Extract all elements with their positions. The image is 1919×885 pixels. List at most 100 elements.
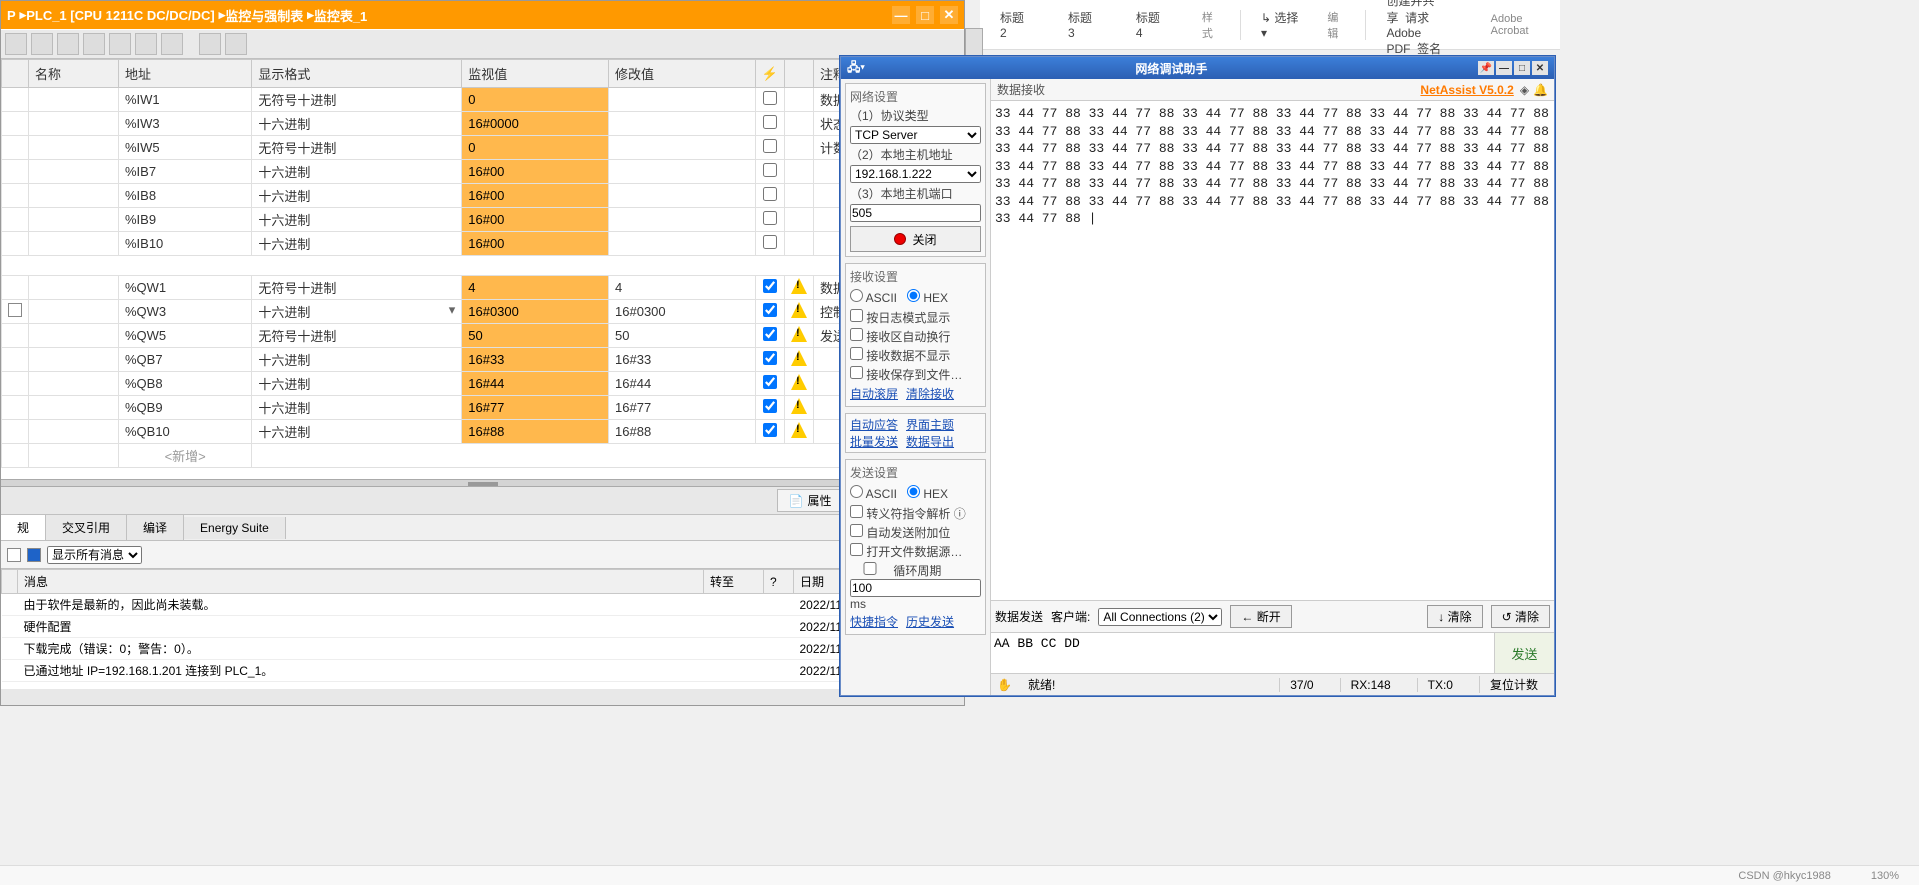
- modify-checkbox[interactable]: [763, 327, 777, 341]
- tool-force-icon[interactable]: [83, 33, 105, 55]
- send-opt-file[interactable]: 打开文件数据源…: [850, 543, 981, 560]
- auto-reply-link[interactable]: 自动应答: [850, 418, 898, 432]
- clear-recv-link[interactable]: 清除接收: [906, 387, 954, 401]
- table-row[interactable]: %QW1无符号十进制 4 4 数据长度: [2, 276, 964, 300]
- message-row[interactable]: 由于软件是最新的，因此尚未装载。2022/11/810:19:44: [2, 594, 964, 616]
- style-heading4[interactable]: 标题 4: [1126, 5, 1174, 44]
- modify-checkbox[interactable]: [763, 91, 777, 105]
- close-icon[interactable]: ✕: [940, 6, 958, 24]
- recv-opt-save[interactable]: 接收保存到文件…: [850, 366, 981, 383]
- bell-icon[interactable]: 🔔: [1533, 83, 1548, 97]
- msgcol-goto[interactable]: 转至: [704, 570, 764, 594]
- table-row[interactable]: %IB7十六进制 16#00: [2, 160, 964, 184]
- tool-flash1-icon[interactable]: [109, 33, 131, 55]
- style-heading2[interactable]: 标题 2: [990, 5, 1038, 44]
- recv-opt-wrap[interactable]: 接收区自动换行: [850, 328, 981, 345]
- tool-flash3-icon[interactable]: [161, 33, 183, 55]
- breadcrumb-plc[interactable]: PLC_1 [CPU 1211C DC/DC/DC]: [26, 8, 215, 23]
- modify-checkbox[interactable]: [763, 115, 777, 129]
- tool-edit-icon[interactable]: [5, 33, 27, 55]
- col-addr[interactable]: 地址: [118, 60, 251, 88]
- col-flash[interactable]: ⚡: [755, 60, 784, 88]
- send-ascii-radio[interactable]: ASCII: [850, 485, 897, 501]
- table-row[interactable]: %QB7十六进制 16#33 16#33: [2, 348, 964, 372]
- client-select[interactable]: All Connections (2): [1098, 608, 1222, 626]
- tool-view2-icon[interactable]: [225, 33, 247, 55]
- table-row[interactable]: %IW1无符号十进制 0 数据长度: [2, 88, 964, 112]
- brand-link[interactable]: NetAssist V5.0.2: [1420, 83, 1513, 97]
- na-close-icon[interactable]: ✕: [1532, 61, 1548, 75]
- modify-checkbox[interactable]: [763, 351, 777, 365]
- lower-tab-compile[interactable]: 编译: [127, 515, 184, 540]
- port-input[interactable]: [850, 204, 981, 222]
- send-opt-append[interactable]: 自动发送附加位: [850, 524, 981, 541]
- receive-textarea[interactable]: 33 44 77 88 33 44 77 88 33 44 77 88 33 4…: [991, 101, 1554, 600]
- table-row[interactable]: %QB9十六进制 16#77 16#77: [2, 396, 964, 420]
- history-link[interactable]: 历史发送: [906, 615, 954, 629]
- modify-checkbox[interactable]: [763, 211, 777, 225]
- watch-table-wrap[interactable]: 名称 地址 显示格式 监视值 修改值 ⚡ 注释 %IW1无符号十进制 0 数据长…: [1, 59, 964, 479]
- na-max-icon[interactable]: □: [1514, 61, 1530, 75]
- send-textarea[interactable]: [991, 633, 1494, 673]
- message-row[interactable]: 已通过地址 IP=192.168.1.201 连接到 PLC_1。2022/11…: [2, 660, 964, 682]
- disconnect-button[interactable]: ← 断开: [1230, 605, 1291, 628]
- clear-button[interactable]: ↓ 清除: [1427, 605, 1482, 628]
- send-opt-escape[interactable]: 转义符指令解析 ⓘ: [850, 505, 981, 522]
- modify-checkbox[interactable]: [763, 423, 777, 437]
- export-link[interactable]: 数据导出: [906, 435, 954, 449]
- lower-tab-general[interactable]: 规: [1, 515, 46, 540]
- message-row[interactable]: 硬件配置2022/11/810:19:44: [2, 616, 964, 638]
- toggle-server-button[interactable]: 关闭: [850, 226, 981, 252]
- send-button[interactable]: 发送: [1494, 633, 1554, 673]
- pin-icon[interactable]: 📌: [1478, 61, 1494, 75]
- table-row[interactable]: %IB10十六进制 16#00: [2, 232, 964, 256]
- table-row[interactable]: %QB8十六进制 16#44 16#44: [2, 372, 964, 396]
- send-hex-radio[interactable]: HEX: [907, 485, 948, 501]
- col-modify[interactable]: 修改值: [609, 60, 756, 88]
- message-row[interactable]: 下载完成（错误：0；警告：0）。2022/11/810:19:46: [2, 638, 964, 660]
- modify-checkbox[interactable]: [763, 303, 777, 317]
- clear-button-2[interactable]: ↺ 清除: [1491, 605, 1550, 628]
- reset-counter-button[interactable]: 复位计数: [1479, 676, 1548, 693]
- protocol-select[interactable]: TCP Server: [850, 126, 981, 144]
- modify-checkbox[interactable]: [763, 235, 777, 249]
- breadcrumb-root[interactable]: P: [7, 8, 16, 23]
- col-monitor[interactable]: 监视值: [462, 60, 609, 88]
- autoscroll-link[interactable]: 自动滚屏: [850, 387, 898, 401]
- theme-link[interactable]: 界面主题: [906, 418, 954, 432]
- settings-icon[interactable]: ◈: [1520, 83, 1529, 97]
- lower-tab-xref[interactable]: 交叉引用: [46, 515, 127, 540]
- na-min-icon[interactable]: —: [1496, 61, 1512, 75]
- message-pane[interactable]: 消息 转至 ? 日期 时间 由于软件是最新的，因此尚未装载。2022/11/81…: [1, 569, 964, 689]
- info-filter-icon[interactable]: [27, 548, 41, 562]
- tool-view1-icon[interactable]: [199, 33, 221, 55]
- table-row[interactable]: %QB10十六进制 16#88 16#88: [2, 420, 964, 444]
- maximize-icon[interactable]: □: [916, 6, 934, 24]
- modify-checkbox[interactable]: [763, 139, 777, 153]
- tool-link-icon[interactable]: [31, 33, 53, 55]
- cycle-input[interactable]: [850, 579, 981, 597]
- horizontal-splitter[interactable]: [1, 479, 964, 487]
- col-fmt[interactable]: 显示格式: [252, 60, 462, 88]
- recv-ascii-radio[interactable]: ASCII: [850, 289, 897, 305]
- table-row[interactable]: %IW3十六进制 16#0000 状态字: [2, 112, 964, 136]
- msgcol-msg[interactable]: 消息: [18, 570, 704, 594]
- host-select[interactable]: 192.168.1.222: [850, 165, 981, 183]
- tool-flash2-icon[interactable]: [135, 33, 157, 55]
- msgcol-q[interactable]: ?: [764, 570, 794, 594]
- cycle-period[interactable]: 循环周期 ms: [850, 562, 981, 611]
- tab-properties[interactable]: 📄 属性: [777, 489, 842, 512]
- add-row-placeholder[interactable]: <新增>: [118, 444, 251, 468]
- table-row[interactable]: %IB9十六进制 16#00: [2, 208, 964, 232]
- select-dropdown[interactable]: ↳ 选择 ▾: [1261, 9, 1299, 40]
- modify-checkbox[interactable]: [763, 279, 777, 293]
- col-name[interactable]: 名称: [29, 60, 119, 88]
- minimize-icon[interactable]: —: [892, 6, 910, 24]
- modify-checkbox[interactable]: [763, 163, 777, 177]
- batch-send-link[interactable]: 批量发送: [850, 435, 898, 449]
- recv-opt-hide[interactable]: 接收数据不显示: [850, 347, 981, 364]
- tool-monitor-icon[interactable]: [57, 33, 79, 55]
- warning-filter-icon[interactable]: [7, 548, 21, 562]
- table-row[interactable]: %IW5无符号十进制 0 计数器: [2, 136, 964, 160]
- modify-checkbox[interactable]: [763, 187, 777, 201]
